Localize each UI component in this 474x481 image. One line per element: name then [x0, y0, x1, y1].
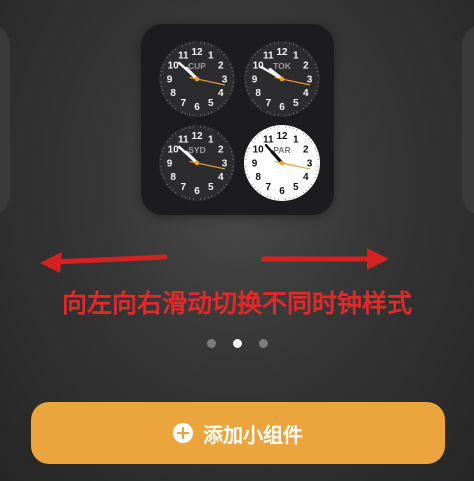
world-clock-widget[interactable]: 1 2 3 4 5 6 7 8 9 10 11 12 CUP 1 2 3 4 5 6 7 8 9 10 11 12 TOK 12… — [141, 24, 334, 215]
clock-numeral: 4 — [218, 88, 224, 99]
clock-numeral: 3 — [307, 158, 313, 169]
clock-numeral: 2 — [218, 61, 224, 72]
clock-paris: 1 2 3 4 5 6 7 8 9 10 11 12 PAR — [243, 124, 321, 202]
clock-numeral: 6 — [194, 102, 200, 113]
clock-numeral: 4 — [303, 172, 309, 183]
clock-numeral: 12 — [191, 47, 203, 58]
clock-center-cap — [194, 160, 200, 166]
page-indicator[interactable] — [0, 339, 474, 348]
clock-numeral: 2 — [303, 145, 309, 156]
clock-numeral: 1 — [293, 135, 299, 146]
clock-numeral: 8 — [170, 172, 176, 183]
clock-cupertino: 1 2 3 4 5 6 7 8 9 10 11 12 CUP — [158, 40, 236, 118]
clock-city-label: TOK — [273, 61, 292, 71]
right-arrow-icon — [261, 248, 389, 270]
page-dot-2[interactable] — [232, 339, 242, 348]
clock-numeral: 6 — [279, 102, 285, 113]
clock-numeral: 5 — [293, 98, 299, 109]
clock-center-cap — [279, 76, 285, 82]
clock-numeral: 9 — [252, 158, 258, 169]
widget-gallery-screen: 1 2 3 4 5 6 7 8 9 10 11 12 CUP 1 2 3 4 5 6 7 8 9 10 11 12 TOK 12… — [0, 0, 474, 481]
clock-numeral: 10 — [168, 145, 180, 156]
clock-numeral: 7 — [180, 98, 186, 109]
clock-tokyo: 1 2 3 4 5 6 7 8 9 10 11 12 TOK — [243, 40, 321, 118]
clock-numeral: 2 — [303, 61, 309, 72]
clock-numeral: 2 — [218, 145, 224, 156]
plus-circle-icon — [173, 423, 193, 443]
clock-numeral: 1 — [293, 51, 299, 62]
previous-widget-preview[interactable] — [0, 25, 10, 215]
clock-numeral: 9 — [252, 74, 258, 85]
clock-numeral: 8 — [170, 88, 176, 99]
clock-center-cap — [279, 160, 285, 166]
clock-numeral: 5 — [293, 182, 299, 193]
clock-numeral: 8 — [255, 172, 261, 183]
clock-numeral: 1 — [208, 135, 214, 146]
clock-numeral: 3 — [222, 158, 228, 169]
add-widget-label: 添加小组件 — [203, 422, 303, 447]
clock-center-cap — [194, 76, 200, 82]
clock-numeral: 5 — [208, 182, 214, 193]
add-widget-button[interactable]: 添加小组件 — [31, 402, 445, 464]
clock-numeral: 9 — [167, 158, 173, 169]
page-dot-3[interactable] — [258, 339, 268, 348]
clock-numeral: 9 — [167, 74, 173, 85]
clock-numeral: 7 — [265, 182, 271, 193]
clock-city-label: CUP — [188, 61, 206, 71]
clock-numeral: 12 — [191, 131, 203, 142]
clock-numeral: 11 — [178, 135, 189, 146]
clock-numeral: 10 — [253, 145, 265, 156]
clock-numeral: 11 — [178, 51, 189, 62]
clock-sydney: 1 2 3 4 5 6 7 8 9 10 11 12 SYD — [158, 124, 236, 202]
clock-numeral: 3 — [307, 74, 313, 85]
clock-numeral: 12 — [276, 131, 288, 142]
clock-numeral: 10 — [168, 61, 180, 72]
clock-numeral: 11 — [263, 51, 274, 62]
clock-numeral: 10 — [253, 61, 265, 72]
clock-numeral: 4 — [218, 172, 224, 183]
clock-numeral: 6 — [279, 186, 285, 197]
clock-numeral: 5 — [208, 98, 214, 109]
clock-city-label: PAR — [273, 145, 290, 155]
clock-numeral: 4 — [303, 88, 309, 99]
clock-numeral: 7 — [180, 182, 186, 193]
clock-numeral: 12 — [276, 47, 288, 58]
clock-numeral: 3 — [222, 74, 228, 85]
clock-numeral: 6 — [194, 186, 200, 197]
clock-numeral: 7 — [265, 98, 271, 109]
page-dot-1[interactable] — [206, 339, 216, 348]
next-widget-preview[interactable] — [462, 25, 474, 215]
clock-numeral: 11 — [263, 135, 274, 146]
left-arrow-icon — [40, 252, 168, 273]
clock-city-label: SYD — [188, 145, 205, 155]
clock-numeral: 1 — [208, 51, 214, 62]
swipe-instruction-caption: 向左向右滑动切换不同时钟样式 — [61, 289, 412, 318]
clock-numeral: 8 — [255, 88, 261, 99]
